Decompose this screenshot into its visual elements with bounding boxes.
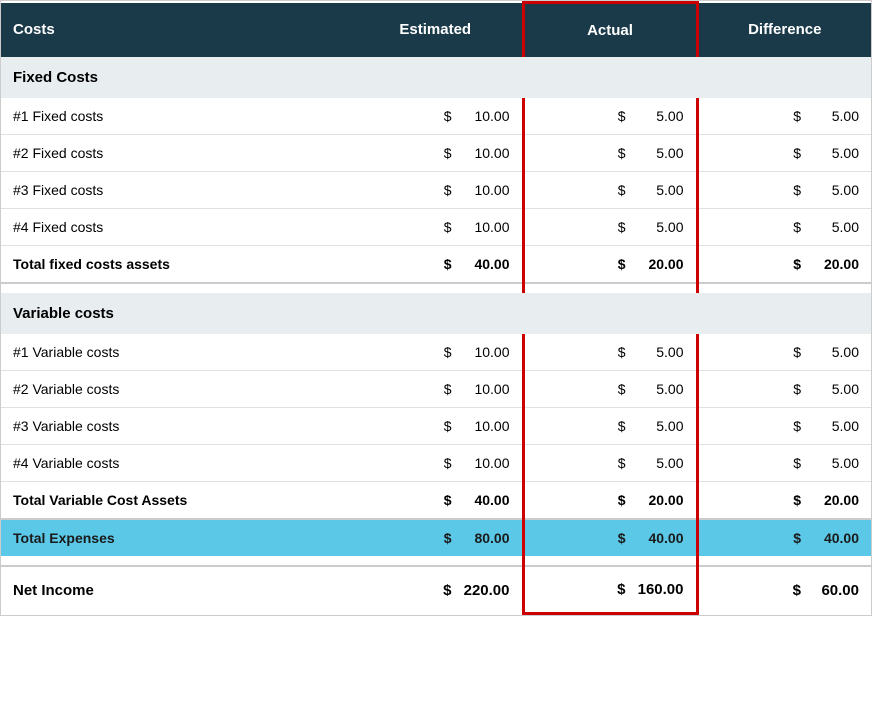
fixed-cost-row: #1 Fixed costs$10.00$5.00$5.00	[1, 98, 871, 135]
variable-costs-section-header: Variable costs	[1, 293, 871, 334]
fixed-costs-section-header: Fixed Costs	[1, 57, 871, 98]
row-label: #3 Variable costs	[1, 408, 349, 445]
row-label: #1 Fixed costs	[1, 98, 349, 135]
variable-costs-total-row: Total Variable Cost Assets$40.00$20.00$2…	[1, 482, 871, 520]
fixed-cost-row: #2 Fixed costs$10.00$5.00$5.00	[1, 135, 871, 172]
spacer-row	[1, 283, 871, 293]
variable-cost-row: #1 Variable costs$10.00$5.00$5.00	[1, 334, 871, 371]
total-expenses-label: Total Expenses	[1, 519, 349, 556]
row-label: #4 Fixed costs	[1, 209, 349, 246]
row-label: #2 Fixed costs	[1, 135, 349, 172]
difference-header: Difference	[697, 3, 871, 58]
variable-cost-row: #2 Variable costs$10.00$5.00$5.00	[1, 371, 871, 408]
fixed-cost-row: #3 Fixed costs$10.00$5.00$5.00	[1, 172, 871, 209]
row-label: #2 Variable costs	[1, 371, 349, 408]
costs-table: Costs Estimated Actual Difference Fixed …	[0, 0, 872, 616]
variable-costs-label: Variable costs	[1, 293, 871, 334]
row-label: #1 Variable costs	[1, 334, 349, 371]
estimated-header: Estimated	[349, 3, 523, 58]
variable-cost-row: #4 Variable costs$10.00$5.00$5.00	[1, 445, 871, 482]
row-label: #3 Fixed costs	[1, 172, 349, 209]
actual-header: Actual	[523, 3, 697, 58]
net-income-row: Net Income$220.00$160.00$60.00	[1, 566, 871, 614]
fixed-costs-total-row: Total fixed costs assets$40.00$20.00$20.…	[1, 246, 871, 284]
spacer-row	[1, 556, 871, 566]
fixed-costs-label: Fixed Costs	[1, 57, 871, 98]
fixed-costs-total-label: Total fixed costs assets	[1, 246, 349, 284]
total-expenses-row: Total Expenses$80.00$40.00$40.00	[1, 519, 871, 556]
variable-costs-total-label: Total Variable Cost Assets	[1, 482, 349, 520]
fixed-cost-row: #4 Fixed costs$10.00$5.00$5.00	[1, 209, 871, 246]
row-label: #4 Variable costs	[1, 445, 349, 482]
net-income-label: Net Income	[1, 566, 349, 614]
header-row: Costs Estimated Actual Difference	[1, 3, 871, 58]
variable-cost-row: #3 Variable costs$10.00$5.00$5.00	[1, 408, 871, 445]
costs-header: Costs	[1, 3, 349, 58]
